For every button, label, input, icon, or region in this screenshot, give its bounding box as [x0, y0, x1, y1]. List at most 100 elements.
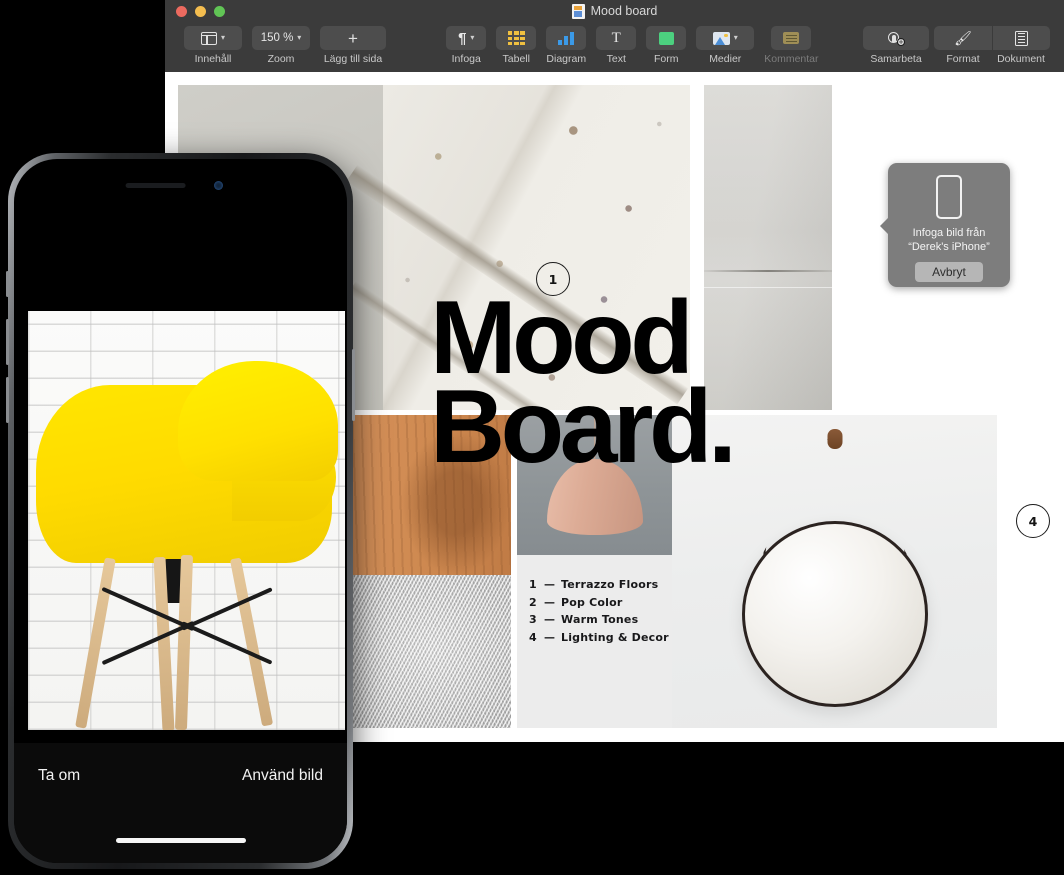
document-pane-icon: [1015, 30, 1028, 46]
legend-item: 1 — Terrazzo Floors: [529, 578, 672, 591]
minimize-button[interactable]: [195, 6, 206, 17]
callout-badge-4: 4: [1016, 504, 1050, 538]
layout-icon: [200, 31, 217, 45]
mirror-glass: [741, 521, 928, 707]
home-indicator[interactable]: [115, 838, 246, 843]
toolbar-item-tabell[interactable]: Tabell: [496, 26, 537, 65]
paragraph-icon: ¶: [458, 29, 467, 47]
camera-action-bar: Ta om Använd bild: [14, 743, 347, 863]
toolbar-item-dokument[interactable]: Dokument: [992, 26, 1050, 65]
toolbar-label-diagram: Diagram: [546, 53, 587, 65]
chart-icon: [557, 31, 575, 45]
legend-number: 3: [529, 613, 537, 626]
toolbar-item-samarbeta[interactable]: + Samarbeta: [863, 26, 929, 65]
toolbar-label-text: Text: [606, 53, 626, 65]
media-icon: [712, 31, 730, 45]
toolbar-item-text[interactable]: T Text: [596, 26, 637, 65]
concrete-crack-highlight: [704, 286, 832, 288]
window-titlebar: Mood board: [165, 0, 1064, 22]
legend-number: 4: [529, 630, 537, 644]
toolbar-label-innehall: Innehåll: [194, 53, 232, 65]
power-button[interactable]: [352, 349, 355, 421]
cancel-button[interactable]: Avbryt: [915, 262, 983, 282]
image-grey-fur-rug[interactable]: [348, 575, 511, 728]
retake-button[interactable]: Ta om: [38, 767, 80, 785]
window-title: Mood board: [571, 3, 658, 19]
legend-dash: —: [544, 630, 556, 644]
legend-item: 4 — Lighting & Decor: [529, 631, 672, 644]
chevron-down-icon: ▾: [220, 33, 225, 42]
iphone-icon: [936, 175, 962, 219]
toolbar-item-kommentar[interactable]: Kommentar: [764, 26, 819, 65]
toolbar-item-add-page[interactable]: + Lägg till sida: [320, 26, 386, 65]
legend-dash: —: [544, 613, 556, 626]
legend-label: Warm Tones: [561, 613, 639, 626]
toolbar-item-form[interactable]: Form: [646, 26, 687, 65]
toolbar-group-left: ▾ Innehåll 150 % ▾ Zoom + Lägg till sida: [179, 26, 391, 65]
chair-armrest: [178, 361, 338, 481]
legend-dash: —: [544, 595, 556, 609]
chair-leg: [75, 557, 116, 729]
toolbar-label-add-page: Lägg till sida: [323, 53, 383, 65]
iphone-screen[interactable]: Ta om Använd bild: [14, 159, 347, 863]
toolbar-item-medier[interactable]: ▾ Medier: [696, 26, 755, 65]
zoom-value: 150 %: [260, 32, 294, 44]
window-controls: [176, 6, 225, 17]
toolbar-item-zoom[interactable]: 150 % ▾ Zoom: [252, 26, 310, 65]
legend-item: 2 — Pop Color: [529, 596, 672, 609]
toolbar-label-tabell: Tabell: [502, 53, 530, 65]
toolbar: ▾ Innehåll 150 % ▾ Zoom + Lägg till sida: [165, 22, 1064, 72]
volume-up-button[interactable]: [6, 319, 9, 365]
text-icon: T: [611, 29, 621, 46]
toolbar-label-medier: Medier: [709, 53, 742, 65]
table-icon: [507, 31, 525, 45]
toolbar-label-zoom: Zoom: [267, 53, 295, 65]
toolbar-label-format: Format: [946, 53, 980, 65]
toolbar-label-kommentar: Kommentar: [764, 53, 819, 65]
maximize-button[interactable]: [214, 6, 225, 17]
use-photo-button[interactable]: Använd bild: [242, 767, 323, 785]
legend-list: 1 — Terrazzo Floors 2 — Pop Color 3 — Wa…: [517, 555, 672, 644]
chevron-down-icon: ▾: [297, 33, 302, 42]
plus-icon: +: [348, 28, 358, 48]
chevron-down-icon: ▾: [733, 33, 738, 42]
toolbar-item-format[interactable]: 🖌 Format: [934, 26, 992, 65]
toolbar-item-innehall[interactable]: ▾ Innehåll: [184, 26, 242, 65]
legend-label: Terrazzo Floors: [561, 578, 659, 591]
legend-label: Pop Color: [561, 595, 623, 609]
mirror-knob: [827, 429, 842, 449]
legend-label: Lighting & Decor: [561, 630, 669, 644]
toolbar-label-form: Form: [654, 53, 679, 65]
legend-number: 1: [529, 578, 537, 591]
toolbar-label-dokument: Dokument: [997, 53, 1045, 65]
insert-from-iphone-popover: Infoga bild från “Derek's iPhone” Avbryt: [880, 163, 1010, 287]
screen: Mood board ▾ Innehåll 150 % ▾ Zoom + Läg…: [0, 0, 1064, 875]
toolbar-group-insert: ¶ ▾ Infoga Tabell Diagram T Text Form ▾ …: [441, 26, 823, 65]
chair-wire: [181, 587, 273, 631]
legend-number: 2: [529, 595, 537, 609]
toolbar-item-diagram[interactable]: Diagram: [546, 26, 587, 65]
earpiece-speaker-icon: [125, 183, 186, 188]
page-title[interactable]: Mood Board.: [430, 286, 737, 479]
chevron-down-icon: ▾: [470, 33, 475, 42]
window-title-text: Mood board: [590, 4, 658, 18]
toolbar-label-infoga: Infoga: [451, 53, 481, 65]
legend-item: 3 — Warm Tones: [529, 613, 672, 626]
document-icon: [571, 3, 585, 19]
popover-message: Infoga bild från “Derek's iPhone”: [908, 227, 990, 253]
comment-icon: [783, 32, 800, 44]
callout-badge-1: 1: [536, 262, 570, 296]
photo-preview[interactable]: [28, 311, 345, 730]
chair-wire: [181, 621, 273, 665]
legend-dash: —: [544, 578, 556, 591]
toolbar-group-right: 🖌 Format Dokument: [934, 26, 1050, 65]
toolbar-label-samarbeta: Samarbeta: [870, 53, 922, 65]
iphone-device: Ta om Använd bild: [6, 153, 355, 869]
silent-switch[interactable]: [6, 271, 9, 297]
close-button[interactable]: [176, 6, 187, 17]
toolbar-inspector-pair: 🖌 Format Dokument: [934, 26, 1050, 65]
volume-down-button[interactable]: [6, 377, 9, 423]
concrete-crack: [704, 270, 832, 273]
format-brush-icon: 🖌: [954, 30, 972, 46]
toolbar-item-infoga[interactable]: ¶ ▾ Infoga: [446, 26, 487, 65]
